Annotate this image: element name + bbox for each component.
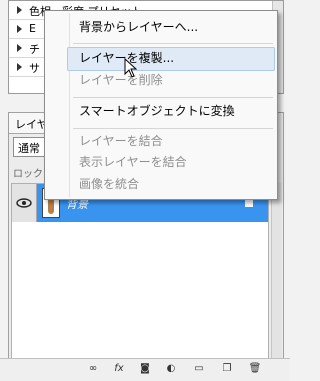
menu-separator bbox=[73, 97, 273, 98]
new-layer-icon[interactable]: ❐ bbox=[220, 362, 234, 376]
menu-item-flatten-image[interactable]: 画像を統合 bbox=[79, 174, 139, 194]
add-mask-icon[interactable]: ◙ bbox=[138, 362, 152, 376]
layers-scrollbar[interactable] bbox=[271, 183, 282, 363]
expand-triangle-icon[interactable] bbox=[17, 25, 22, 33]
trash-icon[interactable]: 🗑 bbox=[248, 362, 262, 376]
expand-triangle-icon[interactable] bbox=[17, 63, 22, 71]
preset-row-label: チ bbox=[29, 43, 40, 56]
menu-item-layer-from-background[interactable]: 背景からレイヤーへ... bbox=[79, 17, 198, 37]
menu-item-convert-smart-object[interactable]: スマートオブジェクトに変換 bbox=[79, 101, 235, 121]
menu-separator bbox=[73, 128, 273, 129]
adjustment-layer-icon[interactable]: ◐ bbox=[164, 362, 178, 376]
menu-separator bbox=[73, 43, 273, 44]
eye-icon bbox=[16, 198, 32, 208]
preset-row-label: サ bbox=[29, 62, 40, 75]
visibility-toggle[interactable] bbox=[12, 184, 37, 222]
mouse-cursor-icon bbox=[124, 58, 138, 78]
preset-row-label: E bbox=[29, 22, 36, 35]
menu-item-merge-layers[interactable]: レイヤーを結合 bbox=[79, 131, 163, 151]
link-layers-icon[interactable]: ∞ bbox=[86, 362, 100, 376]
new-group-icon[interactable]: ▭ bbox=[192, 362, 206, 376]
menu-item-merge-visible[interactable]: 表示レイヤーを結合 bbox=[79, 152, 187, 172]
blend-mode-value: 通常 bbox=[18, 142, 40, 155]
tab-layers-label: レイヤ bbox=[15, 118, 48, 131]
menu-item-delete-layer[interactable]: レイヤーを削除 bbox=[79, 70, 163, 90]
lock-label: ロック bbox=[13, 169, 43, 180]
fx-icon[interactable]: fx bbox=[112, 362, 126, 376]
layers-toolbar: ∞ fx ◙ ◐ ▭ ❐ 🗑 bbox=[0, 358, 290, 381]
expand-triangle-icon[interactable] bbox=[17, 6, 22, 14]
layers-list: 背景 bbox=[11, 183, 269, 365]
layer-context-menu: 背景からレイヤーへ... レイヤーを複製... レイヤーを削除 スマートオブジェ… bbox=[44, 10, 278, 200]
expand-triangle-icon[interactable] bbox=[17, 44, 22, 52]
